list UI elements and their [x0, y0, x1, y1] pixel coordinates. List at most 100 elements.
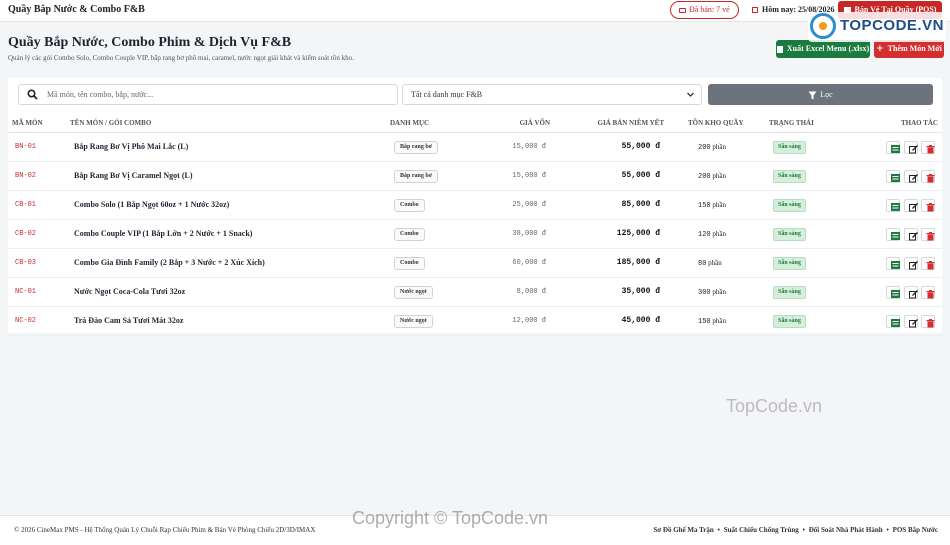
table-row: CB-02 Combo Couple VIP (1 Bắp Lớn + 2 Nướ…	[8, 220, 942, 249]
stock-quantity: 150 phần	[698, 317, 726, 326]
export-row-button[interactable]	[886, 286, 900, 299]
list-price: 45,000 đ	[621, 316, 660, 325]
delete-row-button[interactable]	[921, 141, 935, 154]
status-badge: Sẵn sàng	[773, 141, 806, 154]
footer-link-distributor[interactable]: Đối Soát Nhà Phát Hành	[809, 526, 883, 534]
delete-row-button[interactable]	[921, 257, 935, 270]
cost-price: 15,000 đ	[512, 172, 546, 180]
page-title: Quầy Bắp Nước, Combo Phim & Dịch Vụ F&B	[8, 35, 292, 50]
delete-row-button[interactable]	[921, 315, 935, 328]
stock-count: 200	[698, 173, 711, 181]
export-row-button[interactable]	[886, 228, 900, 241]
edit-row-button[interactable]	[904, 286, 918, 299]
status-badge: Sẵn sàng	[773, 199, 806, 212]
topcode-logo-watermark: TOPCODE.VN	[808, 12, 946, 42]
export-excel-button[interactable]: Xuất Excel Menu (.xlsx)	[776, 40, 870, 58]
stock-unit: phần	[712, 317, 726, 325]
table-row: CB-03 Combo Gia Đình Family (2 Bắp + 3 Nư…	[8, 249, 942, 278]
status-badge: Sẵn sàng	[773, 228, 806, 241]
status-badge: Sẵn sàng	[773, 286, 806, 299]
stock-quantity: 120 phần	[698, 230, 726, 239]
delete-row-button[interactable]	[921, 199, 935, 212]
category-select-value: Tất cả danh mục F&B	[411, 90, 483, 99]
file-excel-icon	[776, 45, 783, 53]
menu-table: MÃ MÓN TÊN MÓN / GÓI COMBO DANH MỤC GIÁ …	[8, 113, 942, 336]
footer-separator: •	[886, 526, 889, 534]
stock-count: 300	[698, 289, 711, 297]
footer-copyright: © 2026 CineMax PMS - Hệ Thống Quản Lý Ch…	[14, 526, 316, 534]
add-item-button[interactable]: + Thêm Món Mới	[874, 40, 944, 58]
item-code: CB-02	[15, 230, 37, 238]
delete-row-button[interactable]	[921, 228, 935, 241]
stock-unit: phần	[712, 172, 726, 180]
stock-unit: phần	[712, 288, 726, 296]
export-row-button[interactable]	[886, 199, 900, 212]
column-header-price: GIÁ BÁN NIÊM YẾT	[597, 119, 664, 127]
delete-row-button[interactable]	[921, 170, 935, 183]
table-row: BN-02 Bắp Rang Bơ Vị Caramel Ngọt (L) Bắp …	[8, 162, 942, 191]
app-brand: Quầy Bắp Nước & Combo F&B	[8, 4, 145, 15]
footer-separator: •	[802, 526, 805, 534]
cost-price: 38,000 đ	[512, 230, 546, 238]
cost-price: 12,000 đ	[512, 317, 546, 325]
delete-row-button[interactable]	[921, 286, 935, 299]
table-header: MÃ MÓN TÊN MÓN / GÓI COMBO DANH MỤC GIÁ …	[8, 113, 942, 133]
stock-unit: phần	[712, 201, 726, 209]
stock-unit: phần	[708, 259, 722, 267]
search-icon	[27, 89, 38, 100]
item-code: BN-02	[15, 172, 37, 180]
edit-row-button[interactable]	[904, 257, 918, 270]
edit-row-button[interactable]	[904, 228, 918, 241]
list-price: 125,000 đ	[616, 229, 660, 238]
chevron-down-icon	[687, 92, 694, 97]
column-header-actions: THAO TÁC	[900, 119, 938, 127]
ticket-icon	[679, 7, 686, 13]
topcode-logo-text: TOPCODE.VN	[840, 17, 944, 34]
list-price: 85,000 đ	[621, 200, 660, 209]
item-name: Bắp Rang Bơ Vị Phô Mai Lắc (L)	[74, 142, 189, 151]
filter-button-label: Lọc	[820, 90, 833, 99]
table-row: CB-01 Combo Solo (1 Bắp Ngọt 60oz + 1 Nướ…	[8, 191, 942, 220]
edit-row-button[interactable]	[904, 141, 918, 154]
export-row-button[interactable]	[886, 170, 900, 183]
tickets-sold-badge[interactable]: Đã bán: 7 vé	[670, 1, 739, 19]
stock-count: 150	[698, 202, 711, 210]
edit-row-button[interactable]	[904, 170, 918, 183]
filter-icon	[808, 91, 817, 100]
stock-quantity: 150 phần	[698, 201, 726, 210]
footer-separator: •	[717, 526, 720, 534]
column-header-cost: GIÁ VỐN	[519, 119, 550, 127]
item-name: Combo Solo (1 Bắp Ngọt 60oz + 1 Nước 32o…	[74, 200, 230, 209]
footer-link-pos[interactable]: POS Bắp Nước	[893, 526, 938, 534]
category-badge: Nước ngọt	[394, 315, 433, 328]
stock-count: 120	[698, 231, 711, 239]
export-row-button[interactable]	[886, 257, 900, 270]
list-price: 185,000 đ	[616, 258, 660, 267]
list-price: 55,000 đ	[621, 171, 660, 180]
cost-price: 60,000 đ	[512, 259, 546, 267]
item-name: Bắp Rang Bơ Vị Caramel Ngọt (L)	[74, 171, 193, 180]
edit-row-button[interactable]	[904, 315, 918, 328]
stock-unit: phần	[712, 230, 726, 238]
status-badge: Sẵn sàng	[773, 315, 806, 328]
filter-bar: Mã món, tên combo, bắp, nước... Tất cả d…	[8, 78, 942, 113]
footer-link-showtimes[interactable]: Suất Chiếu Chống Trùng	[724, 526, 799, 534]
category-select[interactable]: Tất cả danh mục F&B	[402, 84, 702, 105]
stock-count: 80	[698, 260, 707, 268]
page-subtitle: Quản lý các gói Combo Solo, Combo Couple…	[8, 54, 354, 62]
search-input[interactable]: Mã món, tên combo, bắp, nước...	[18, 84, 398, 105]
edit-row-button[interactable]	[904, 199, 918, 212]
add-item-label: Thêm Món Mới	[887, 44, 942, 53]
item-name: Combo Gia Đình Family (2 Bắp + 3 Nước + …	[74, 258, 265, 267]
topcode-logo-icon	[810, 13, 836, 39]
footer-link-seat-map[interactable]: Sơ Đồ Ghế Ma Trận	[653, 526, 713, 534]
column-header-code: MÃ MÓN	[12, 119, 43, 127]
export-row-button[interactable]	[886, 315, 900, 328]
stock-unit: phần	[712, 143, 726, 151]
filter-button[interactable]: Lọc	[708, 84, 933, 105]
export-row-button[interactable]	[886, 141, 900, 154]
item-name: Trà Đào Cam Sả Tươi Mát 32oz	[74, 316, 184, 325]
category-badge: Combo	[394, 257, 425, 270]
item-name: Nước Ngọt Coca-Cola Tươi 32oz	[74, 287, 186, 296]
column-header-stock: TỒN KHO QUẦY	[688, 119, 744, 127]
